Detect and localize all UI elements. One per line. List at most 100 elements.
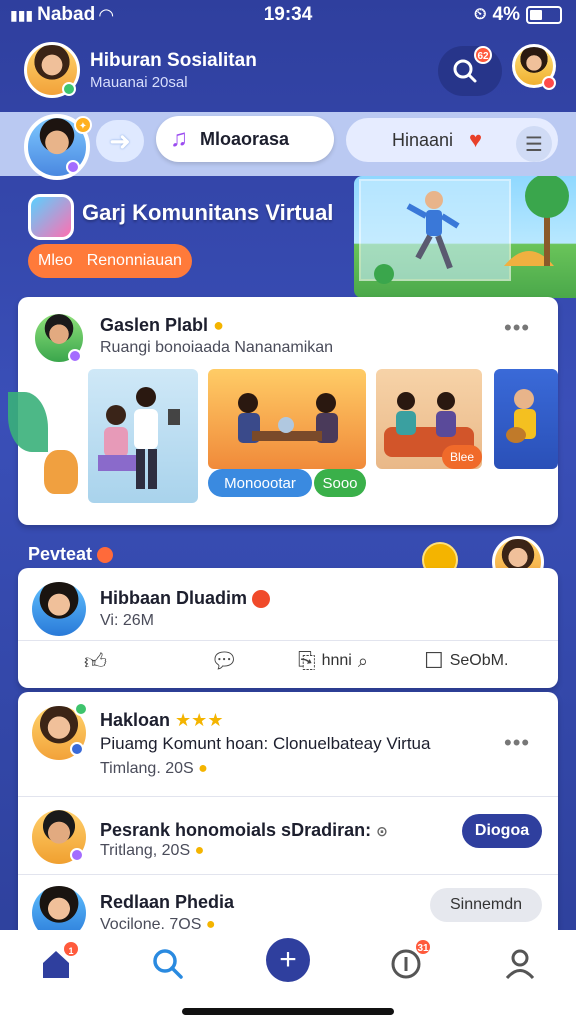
coin-icon: ● <box>194 842 205 859</box>
post-author-avatar[interactable] <box>32 582 86 636</box>
verified-coin-icon: ● <box>213 315 224 335</box>
feature-author-name[interactable]: Gaslen Plabl ● <box>100 315 224 336</box>
feature-description: Ruangi bonoiaada Nananamikan <box>100 339 334 356</box>
post-divider <box>18 640 558 641</box>
forward-button[interactable]: ➜ <box>96 120 144 162</box>
menu-button[interactable]: ☰ <box>516 126 552 162</box>
nav-create[interactable]: + <box>266 938 310 982</box>
photo-thumbnail-4[interactable] <box>494 369 558 469</box>
list-item-verified <box>74 702 88 716</box>
list-item-name[interactable]: Redlaan Phedia <box>100 892 234 913</box>
list-item-more-icon[interactable]: ••• <box>504 730 530 756</box>
like-button[interactable]: 👍︎ <box>84 648 107 675</box>
coin-icon: ● <box>198 760 208 777</box>
list-item-date-text: Timlang. 20S <box>100 760 194 777</box>
music-pill[interactable]: ♫ Mloaorasa <box>156 116 334 162</box>
nav-profile[interactable] <box>498 942 542 986</box>
post-card[interactable]: Hibbaan Dluadim Vi: 26M 👍︎ 💬︎ ⎘ hnni ⌕ ☐… <box>18 568 558 688</box>
battery-icon <box>526 6 562 24</box>
group-table-illustration <box>238 393 338 443</box>
menu-icon: ☰ <box>525 133 543 156</box>
save-icon: ☐ <box>424 648 444 673</box>
save-button[interactable]: ☐ SeObM. <box>424 648 508 674</box>
home-badge: 1 <box>62 940 80 958</box>
alarm-icon: ⏲ <box>474 6 487 23</box>
quick-actions-row: ✦ ➜ ♫ Mloaorasa Hinaani ♥ ☰ <box>0 112 576 180</box>
app-title: Hiburan Sosialitan <box>90 50 257 71</box>
feature-post-card[interactable]: Gaslen Plabl ● Ruangi bonoiaada Nananami… <box>18 297 558 525</box>
list-item-date: Timlang. 20S ● <box>100 760 208 778</box>
status-right: ⏲ 4% <box>474 4 562 26</box>
list-item-date-text: Tritlang, 20S <box>100 842 191 859</box>
jumping-boy-illustration <box>359 174 569 284</box>
section-label-text: Pevteat <box>28 544 93 564</box>
list-item-desc: Piuamg Komunt hoan: Clonuelbateay Virtua <box>100 734 431 753</box>
like-icon: 👍︎ <box>84 649 107 674</box>
hibuan-pill-label: Hinaani <box>392 129 454 150</box>
follow-button[interactable]: Diogoa <box>462 814 542 848</box>
community-banner[interactable]: Garj Komunitans Virtual Mleo Renonniauan <box>0 174 576 298</box>
music-note-icon: ♫ <box>170 125 188 152</box>
send-button[interactable]: Sinnemdn <box>430 888 542 922</box>
list-item-status <box>70 742 84 756</box>
plus-icon: + <box>279 943 297 976</box>
post-author-label: Hibbaan Dluadim <box>100 588 248 608</box>
story-status-dot <box>66 160 80 174</box>
search-button[interactable] <box>438 46 502 96</box>
banner-title: Garj Komunitans Virtual <box>82 200 334 225</box>
section-label: Pevteat <box>28 544 114 565</box>
list-divider <box>18 874 558 875</box>
save-label: SeObM. <box>449 652 509 669</box>
comment-icon: 💬︎ <box>210 648 238 673</box>
banner-illustration <box>354 174 576 298</box>
profile-icon <box>505 949 535 980</box>
app-subtitle: Mauanai 20sal <box>90 74 188 91</box>
comment-button[interactable]: 💬︎ <box>210 648 238 674</box>
nav-search[interactable] <box>146 942 190 986</box>
more-options-icon[interactable]: ••• <box>504 315 530 341</box>
story-badge: ✦ <box>74 116 92 134</box>
list-item-status <box>70 848 84 862</box>
list-item-name-text: Pesrank honomoials sDradiran: <box>100 820 372 840</box>
list-item-date: Tritlang, 20S ● <box>100 842 204 860</box>
status-bar: ▮▮▮ Nabad ◠ 19:34 ⏲ 4% <box>0 0 576 30</box>
app-header: Hiburan Sosialitan Mauanai 20sal 62 <box>0 34 576 110</box>
status-chip[interactable]: Sooo <box>314 469 366 497</box>
friend-status-dot <box>542 76 556 90</box>
community-app-icon <box>28 194 74 240</box>
people-sitting-illustration <box>98 387 180 489</box>
orange-tag[interactable]: Blee <box>442 445 482 469</box>
search-icon <box>453 59 477 83</box>
info-icon: ⊙ <box>376 823 388 839</box>
list-item-name[interactable]: Hakloan ★★★ <box>100 710 223 731</box>
list-divider <box>18 796 558 797</box>
feature-author-label: Gaslen Plabl <box>100 315 209 335</box>
boy-guitar-illustration <box>506 389 536 443</box>
notification-badge: 62 <box>474 46 492 64</box>
search-small-icon: ⌕ <box>357 650 368 671</box>
messages-badge: 31 <box>414 938 432 956</box>
badge-dot-icon <box>252 590 271 609</box>
home-indicator <box>182 1008 394 1015</box>
search-icon <box>153 949 183 979</box>
share-label: hnni <box>321 652 352 669</box>
monitor-chip[interactable]: Monoootar <box>208 469 312 497</box>
photo-thumbnail-2[interactable] <box>208 369 366 469</box>
share-button[interactable]: ⎘ hnni ⌕ <box>298 648 368 674</box>
fire-badge-icon <box>97 547 114 564</box>
heart-icon: ♥ <box>469 127 483 152</box>
list-item-name[interactable]: Pesrank honomoials sDradiran: ⊙ <box>100 820 388 841</box>
photo-thumbnail-1[interactable] <box>88 369 198 503</box>
share-icon: ⎘ <box>298 648 316 673</box>
list-item-name-text: Hakloan <box>100 710 171 730</box>
post-author-name[interactable]: Hibbaan Dluadim <box>100 588 271 609</box>
stars-icon: ★★★ <box>175 710 224 730</box>
banner-action-button[interactable]: Mleo Renonniauan <box>28 244 192 278</box>
people-list-card: Hakloan ★★★ ••• Piuamg Komunt hoan: Clon… <box>18 692 558 942</box>
battery-percent: 4% <box>492 4 520 25</box>
banner-btn-left: Mleo <box>38 252 73 269</box>
music-pill-label: Mloaorasa <box>200 128 290 149</box>
banner-btn-right: Renonniauan <box>86 252 182 269</box>
online-status-dot <box>62 82 76 96</box>
post-time: Vi: 26M <box>100 612 154 629</box>
